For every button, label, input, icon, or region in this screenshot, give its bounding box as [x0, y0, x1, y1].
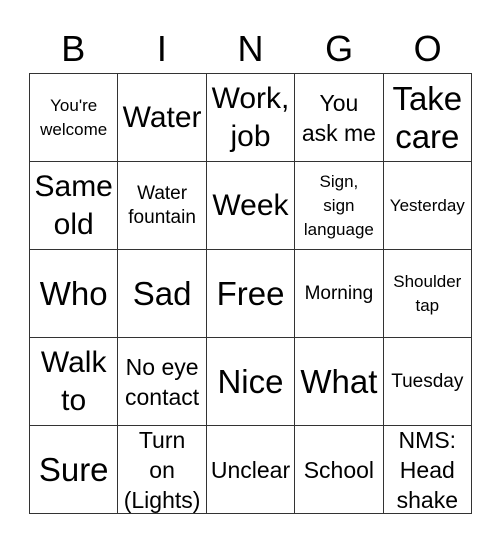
bingo-cell[interactable]: You're welcome: [30, 74, 119, 162]
header-letter-g: G: [325, 28, 354, 69]
bingo-cell-label: You're welcome: [40, 95, 108, 139]
bingo-cell-label: Water: [122, 100, 202, 134]
header-letter-i: I: [156, 28, 167, 69]
bingo-cell-label: Same old: [34, 169, 113, 241]
bingo-cell[interactable]: Take care: [383, 74, 472, 162]
bingo-cell[interactable]: Walk to: [30, 338, 119, 426]
bingo-cell-label: Sure: [38, 450, 109, 488]
header-letter-n: N: [237, 28, 264, 69]
bingo-cell-label: You ask me: [301, 89, 376, 146]
bingo-cell[interactable]: Turn on (Lights): [118, 426, 207, 514]
bingo-cell[interactable]: Tuesday: [383, 338, 472, 426]
bingo-cell-label: Shoulder tap: [393, 271, 462, 315]
bingo-cell[interactable]: Sign, sign language: [295, 162, 384, 250]
bingo-cell[interactable]: Unclear: [206, 426, 296, 514]
bingo-cell[interactable]: Shoulder tap: [383, 250, 472, 338]
bingo-cell-label: Who: [39, 274, 108, 312]
bingo-cell[interactable]: No eye contact: [118, 338, 207, 426]
bingo-cell[interactable]: Free: [206, 250, 296, 338]
bingo-board: You're welcome Water Work, job You ask me Ta…: [29, 73, 472, 514]
bingo-cell-label: Week: [212, 188, 289, 222]
bingo-cell-label: NMS: Head shake: [396, 426, 458, 513]
bingo-cell-label: Sad: [132, 274, 192, 312]
bingo-cell-label: What: [300, 362, 378, 400]
bingo-cell[interactable]: Water: [118, 74, 207, 162]
bingo-cell-label: Work, job: [211, 81, 290, 153]
bingo-cell-label: Free: [216, 274, 285, 312]
bingo-cell[interactable]: Who: [30, 250, 119, 338]
bingo-cell-label: Sign, sign language: [303, 171, 374, 239]
bingo-cell-label: Turn on (Lights): [123, 426, 201, 513]
bingo-cell[interactable]: Water fountain: [118, 162, 207, 250]
bingo-cell[interactable]: NMS: Head shake: [383, 426, 472, 514]
bingo-cell[interactable]: What: [295, 338, 384, 426]
bingo-cell[interactable]: Morning: [295, 250, 384, 338]
bingo-header: B I N G O: [29, 26, 472, 72]
bingo-cell[interactable]: Week: [206, 162, 296, 250]
bingo-cell[interactable]: Same old: [30, 162, 119, 250]
bingo-cell[interactable]: You ask me: [295, 74, 384, 162]
bingo-cell[interactable]: Work, job: [206, 74, 296, 162]
bingo-cell-label: Take care: [392, 79, 463, 155]
bingo-cell[interactable]: Sad: [118, 250, 207, 338]
bingo-cell[interactable]: School: [295, 426, 384, 514]
bingo-cell-label: No eye contact: [125, 353, 200, 410]
bingo-cell[interactable]: Yesterday: [383, 162, 472, 250]
header-letter-o: O: [413, 28, 442, 69]
bingo-cell-label: Tuesday: [391, 370, 464, 392]
bingo-cell-label: Morning: [304, 282, 374, 304]
bingo-cell-label: Walk to: [40, 345, 107, 417]
bingo-cell-label: Unclear: [210, 456, 291, 483]
bingo-cell-label: Water fountain: [128, 182, 196, 228]
bingo-cell-label: Yesterday: [389, 195, 465, 215]
bingo-cell-label: Nice: [217, 362, 284, 400]
bingo-cell-label: School: [303, 456, 375, 483]
bingo-cell[interactable]: Sure: [30, 426, 119, 514]
bingo-cell[interactable]: Nice: [206, 338, 296, 426]
header-letter-b: B: [61, 28, 86, 69]
